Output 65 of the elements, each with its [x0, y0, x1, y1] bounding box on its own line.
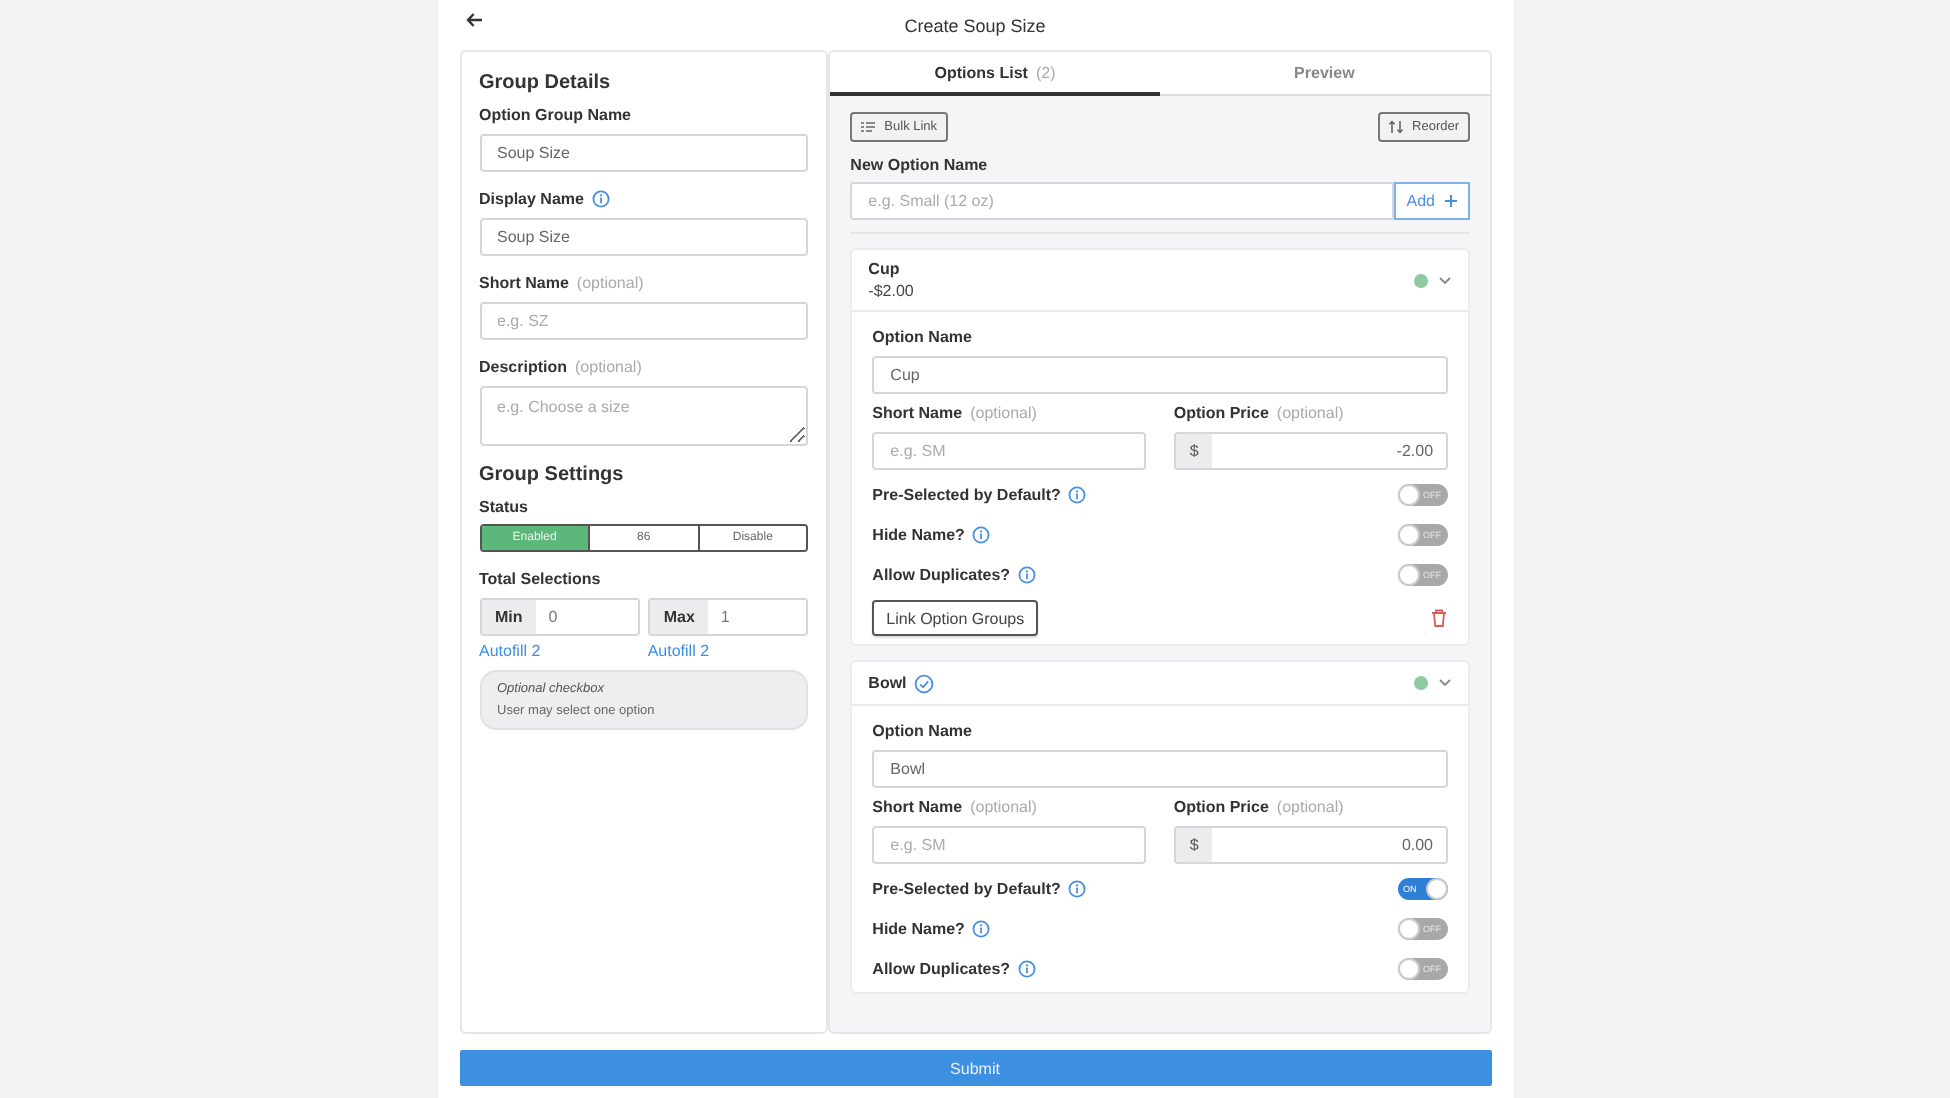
optional-hint: (optional): [970, 798, 1037, 816]
section-heading: Group Details: [479, 72, 613, 94]
toggle-label: Pre-Selected by Default?: [872, 486, 1061, 504]
info-icon: [1068, 880, 1087, 898]
field-label: Option Price: [1173, 798, 1269, 816]
field-label: Option Price: [1173, 404, 1269, 422]
toggle-label: Allow Duplicates?: [872, 960, 1011, 978]
field-label: Max: [649, 600, 709, 634]
input-field[interactable]: Soup Size: [479, 134, 809, 172]
submit-button[interactable]: Submit: [459, 1050, 1491, 1086]
input-field[interactable]: e.g. SM: [872, 432, 1146, 470]
text-area[interactable]: e.g. Choose a size: [479, 386, 809, 446]
tab[interactable]: Options List (2): [830, 52, 1160, 96]
field-label: Option Group Name: [479, 106, 631, 124]
plus-icon: [1443, 194, 1457, 208]
list-icon: [860, 120, 877, 134]
optional-hint: (optional): [575, 358, 642, 376]
field-label: Short Name: [872, 798, 963, 816]
field-label: Status: [479, 498, 530, 516]
info-icon: [972, 526, 991, 544]
link-option-groups-button[interactable]: Link Option Groups: [872, 600, 1039, 636]
info-icon: [1018, 960, 1037, 978]
autofill-link[interactable]: Autofill 2: [479, 642, 640, 660]
input-field[interactable]: e.g. Small (12 oz): [850, 182, 1395, 220]
field-label: Option Name: [872, 722, 974, 740]
number-field[interactable]: Max 1: [647, 598, 809, 636]
option-title: Cup: [868, 260, 900, 278]
tab[interactable]: Preview: [1159, 52, 1489, 96]
field-label: Description: [479, 358, 568, 376]
sort-arrows-icon: [1388, 120, 1405, 134]
price-field[interactable]: $ -2.00: [1173, 432, 1448, 470]
toggle-label: Hide Name?: [872, 920, 965, 938]
info-icon: [1018, 566, 1037, 584]
optional-hint: (optional): [576, 274, 644, 292]
input-field[interactable]: e.g. SM: [872, 826, 1146, 864]
field-label: Short Name: [479, 274, 569, 292]
toggle-label: Hide Name?: [872, 526, 965, 544]
field-label: Total Selections: [479, 570, 603, 588]
toggle-label: Allow Duplicates?: [872, 566, 1011, 584]
currency-label: $: [1175, 828, 1213, 862]
input-field[interactable]: Cup: [872, 356, 1447, 394]
page-title: Create Soup Size: [904, 15, 1046, 35]
optional-hint: (optional): [1276, 798, 1344, 816]
option-title: Bowl: [868, 674, 907, 692]
number-field[interactable]: Min 0: [479, 598, 640, 636]
toggle-label: Pre-Selected by Default?: [872, 880, 1061, 898]
input-field[interactable]: e.g. SZ: [479, 302, 809, 340]
input-field[interactable]: Bowl: [872, 750, 1447, 788]
add-button[interactable]: Add: [1394, 182, 1469, 220]
optional-hint: (optional): [970, 404, 1037, 422]
section-heading: Group Settings: [479, 464, 626, 486]
field-label: Display Name: [479, 190, 584, 208]
field-label: Short Name: [872, 404, 963, 422]
field-label: New Option Name: [850, 156, 990, 174]
currency-label: $: [1175, 434, 1213, 468]
back-arrow-icon[interactable]: [465, 12, 483, 28]
field-label: Option Name: [872, 328, 974, 346]
field-label: Min: [481, 600, 537, 634]
optional-hint: (optional): [1276, 404, 1344, 422]
autofill-link[interactable]: Autofill 2: [647, 642, 809, 660]
price-field[interactable]: $ 0.00: [1173, 826, 1448, 864]
option-price: -$2.00: [868, 282, 916, 300]
input-field[interactable]: Soup Size: [479, 218, 809, 256]
info-icon: [1068, 486, 1087, 504]
info-icon: [972, 920, 991, 938]
